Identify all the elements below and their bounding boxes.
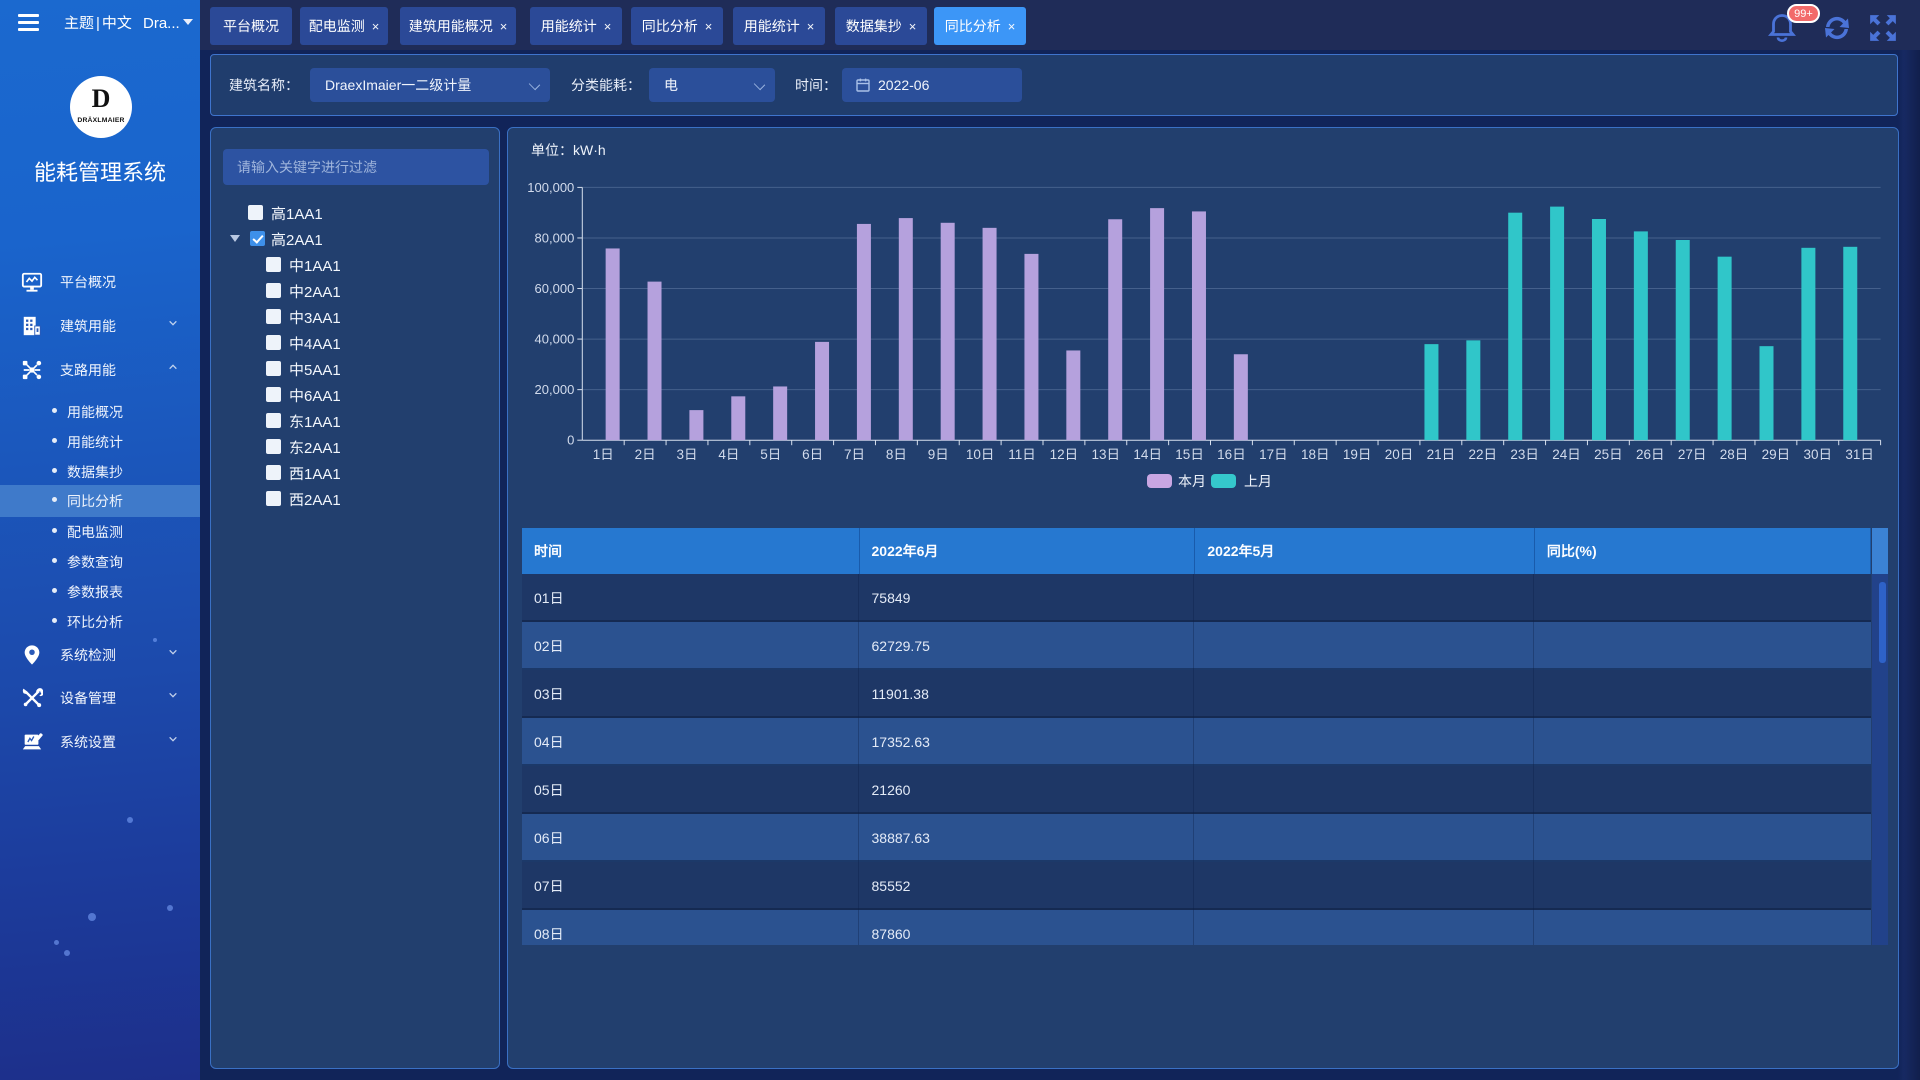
svg-text:本月: 本月 [1178, 471, 1206, 491]
svg-text:28日: 28日 [1720, 443, 1749, 463]
svg-text:10日: 10日 [966, 443, 995, 463]
svg-text:25日: 25日 [1594, 443, 1623, 463]
svg-text:40,000: 40,000 [535, 329, 575, 348]
svg-text:17日: 17日 [1259, 443, 1288, 463]
svg-text:6日: 6日 [802, 443, 823, 463]
svg-text:24日: 24日 [1552, 443, 1581, 463]
svg-text:30日: 30日 [1804, 443, 1833, 463]
svg-text:0: 0 [567, 430, 574, 449]
svg-text:3日: 3日 [676, 443, 697, 463]
svg-text:7日: 7日 [844, 443, 865, 463]
svg-text:21日: 21日 [1427, 443, 1456, 463]
svg-text:5日: 5日 [760, 443, 781, 463]
svg-text:26日: 26日 [1636, 443, 1665, 463]
svg-text:18日: 18日 [1301, 443, 1330, 463]
svg-text:29日: 29日 [1762, 443, 1791, 463]
svg-text:27日: 27日 [1678, 443, 1707, 463]
svg-text:80,000: 80,000 [535, 227, 575, 246]
svg-text:12日: 12日 [1050, 443, 1079, 463]
svg-text:9日: 9日 [928, 443, 949, 463]
svg-text:20,000: 20,000 [535, 379, 575, 398]
svg-text:22日: 22日 [1468, 443, 1497, 463]
svg-text:11日: 11日 [1008, 443, 1036, 463]
svg-text:20日: 20日 [1385, 443, 1414, 463]
svg-text:100,000: 100,000 [527, 177, 574, 196]
svg-text:2日: 2日 [635, 443, 656, 463]
svg-text:31日: 31日 [1845, 443, 1874, 463]
svg-text:1日: 1日 [593, 443, 614, 463]
svg-text:14日: 14日 [1133, 443, 1162, 463]
svg-text:8日: 8日 [886, 443, 907, 463]
svg-text:16日: 16日 [1217, 443, 1246, 463]
svg-text:23日: 23日 [1510, 443, 1539, 463]
svg-text:19日: 19日 [1343, 443, 1372, 463]
svg-text:4日: 4日 [718, 443, 739, 463]
svg-text:15日: 15日 [1175, 443, 1204, 463]
svg-text:13日: 13日 [1092, 443, 1121, 463]
svg-text:上月: 上月 [1244, 471, 1272, 491]
svg-text:60,000: 60,000 [535, 278, 575, 297]
